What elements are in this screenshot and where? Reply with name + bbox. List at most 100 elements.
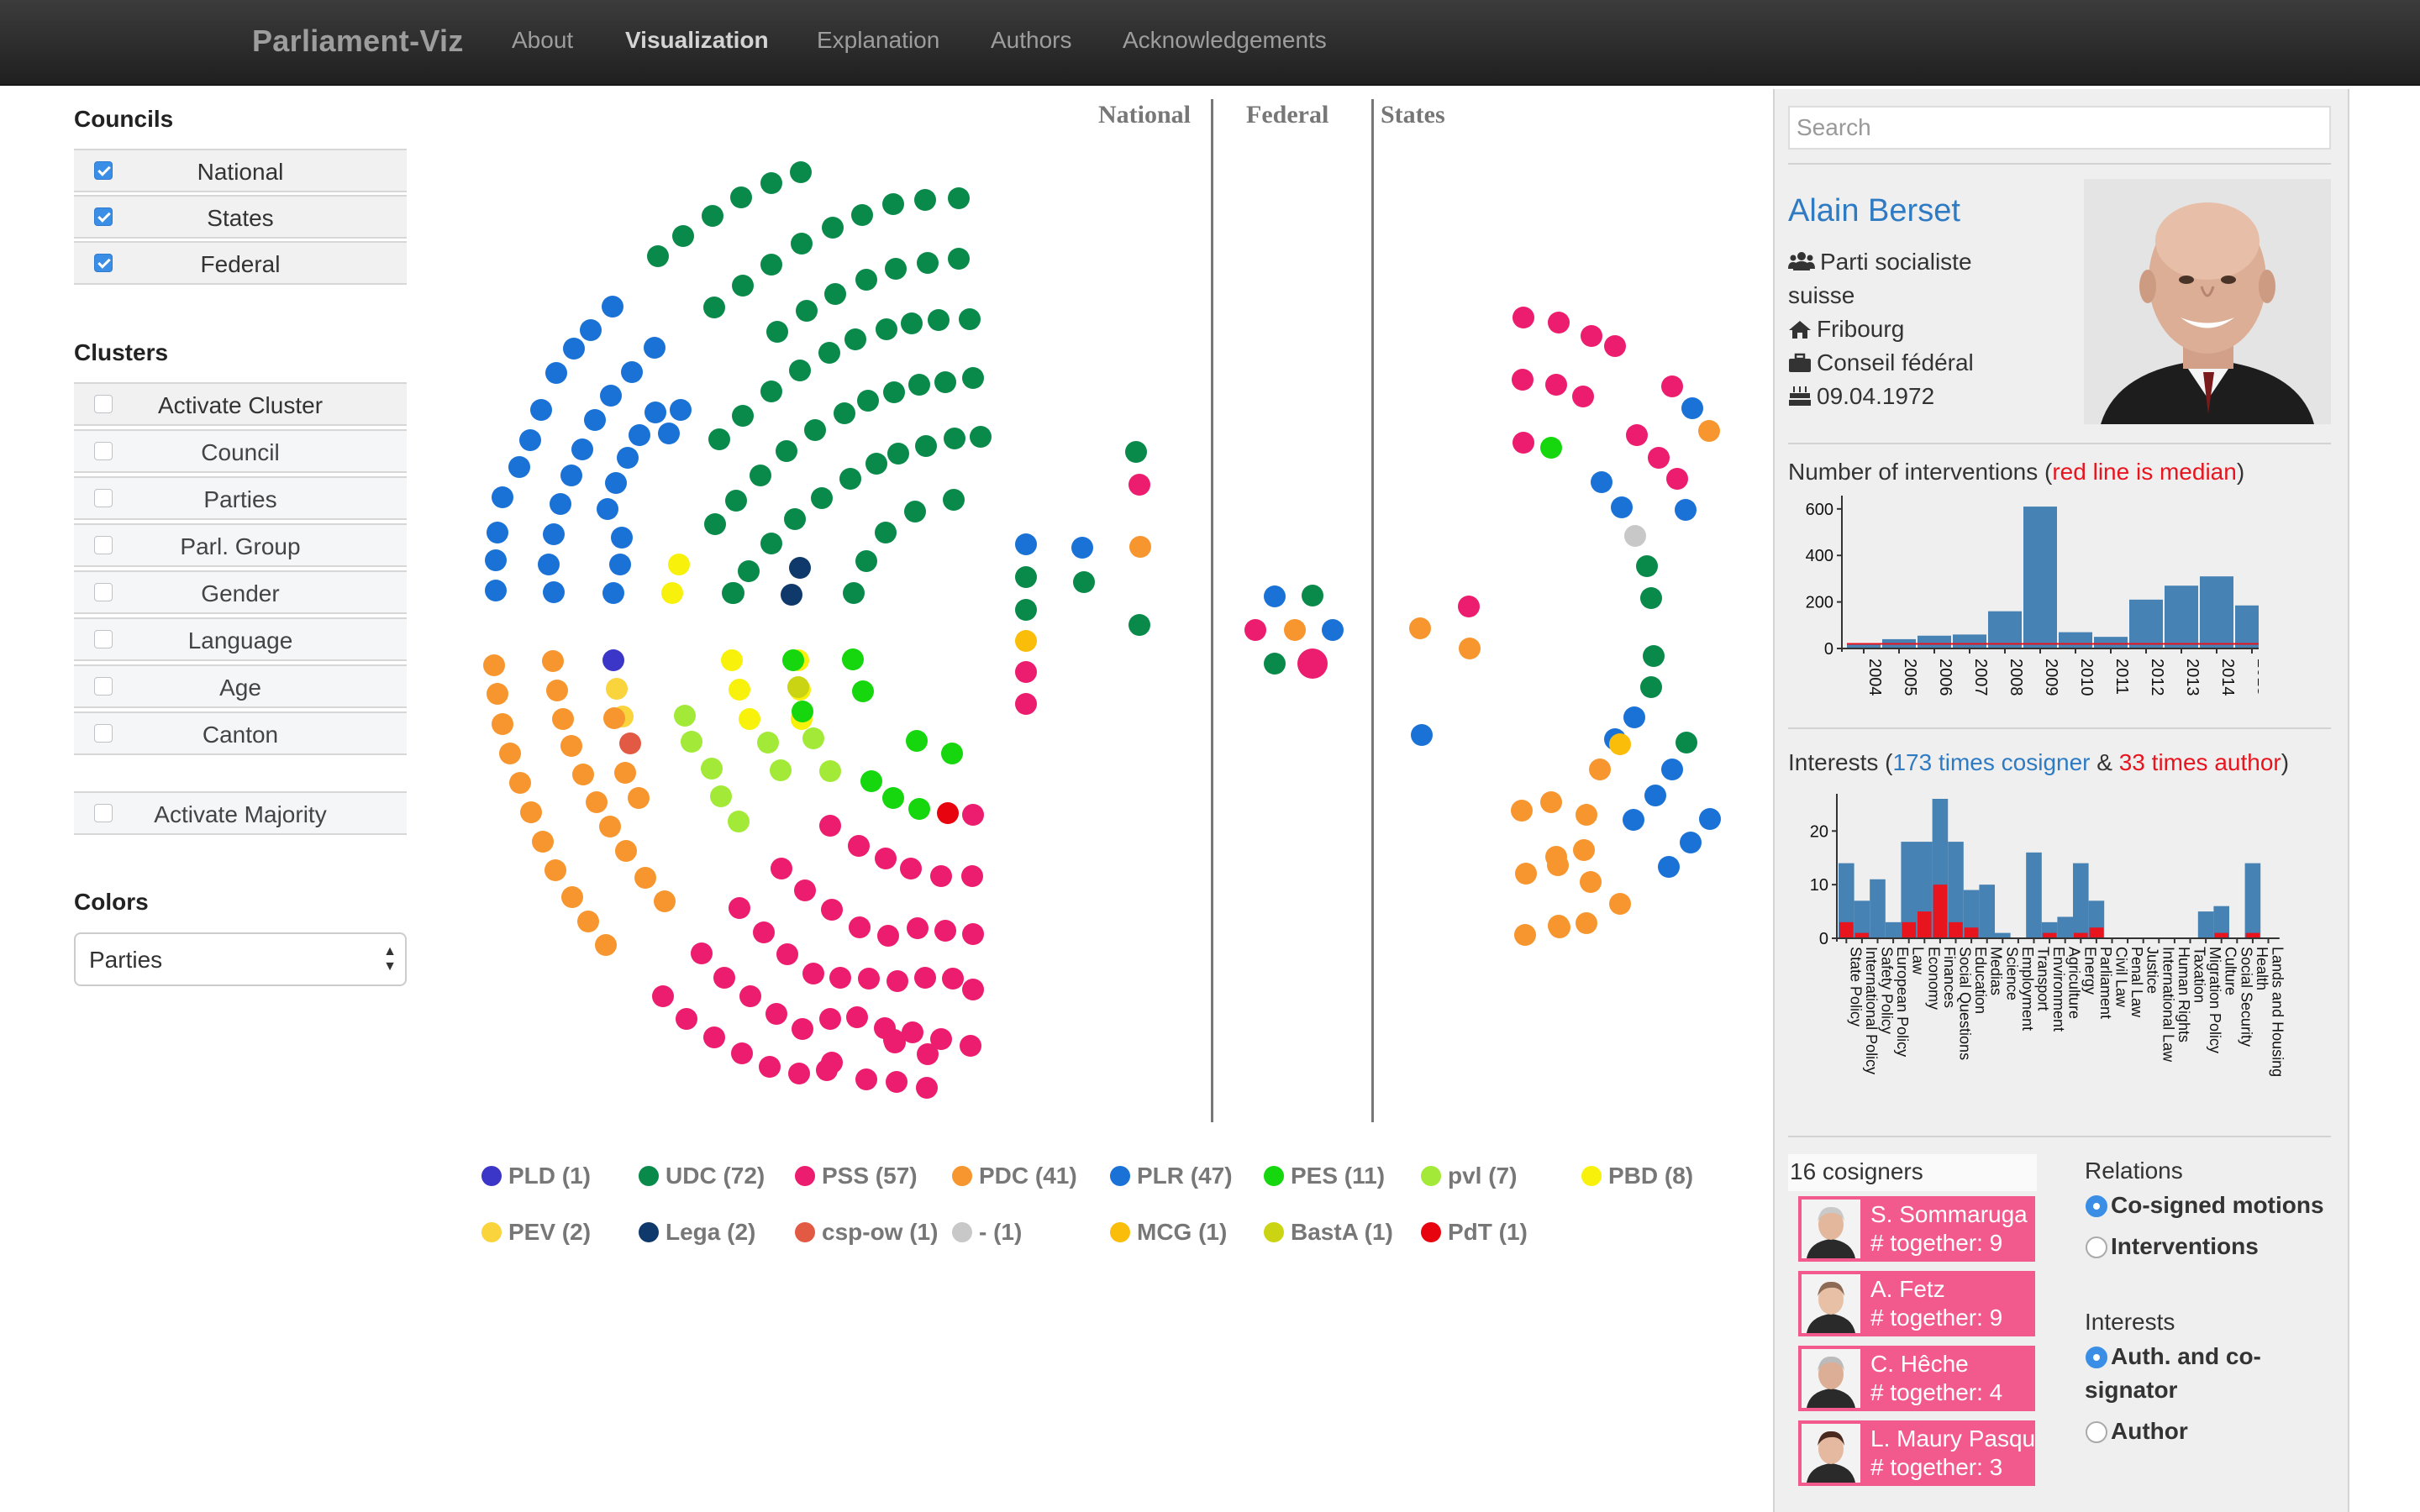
seat-pss[interactable] <box>713 967 735 989</box>
seat-plr[interactable] <box>609 554 631 575</box>
seat-pdc[interactable] <box>1549 916 1570 938</box>
seat-pss[interactable] <box>739 985 761 1007</box>
radio-author-label[interactable]: Author <box>2111 1415 2188 1448</box>
seat-udc[interactable] <box>1302 585 1323 606</box>
seat-pss[interactable] <box>676 1008 697 1030</box>
radio-auth-cosignator[interactable] <box>2086 1347 2107 1368</box>
legend-item-lega[interactable]: Lega (2) <box>639 1219 755 1246</box>
bar-author[interactable] <box>1839 921 1854 938</box>
seat-plr[interactable] <box>530 399 552 421</box>
seat-pss[interactable] <box>1572 386 1594 407</box>
seat-pss[interactable] <box>819 815 841 837</box>
nav-about[interactable]: About <box>512 27 573 54</box>
seat-pss[interactable] <box>849 916 871 938</box>
legend-item-pbd[interactable]: PBD (8) <box>1581 1163 1693 1189</box>
seat-pss[interactable] <box>1648 447 1670 469</box>
seat-plr[interactable] <box>1322 619 1344 641</box>
seat-pvl[interactable] <box>710 785 732 807</box>
seat-lega[interactable] <box>781 584 802 606</box>
seat-udc[interactable] <box>760 533 782 554</box>
seat-pdc[interactable] <box>614 762 636 784</box>
seat-csp-ow[interactable] <box>619 732 641 754</box>
seat-udc[interactable] <box>901 312 923 334</box>
seat-udc[interactable] <box>1640 587 1662 609</box>
seat-pss[interactable] <box>942 968 964 990</box>
seat-udc[interactable] <box>1015 599 1037 621</box>
seat-pvl[interactable] <box>757 732 779 753</box>
seat-pss[interactable] <box>829 967 851 989</box>
seat-pss[interactable] <box>907 917 929 939</box>
legend-item-pdc[interactable]: PDC (41) <box>952 1163 1077 1189</box>
seat-pdc[interactable] <box>634 867 656 889</box>
seat-pss[interactable] <box>703 1026 725 1048</box>
seat-udc[interactable] <box>647 245 669 267</box>
seat-plr[interactable] <box>550 493 571 515</box>
seat-mcg[interactable] <box>1015 630 1037 652</box>
seat-udc[interactable] <box>943 489 965 511</box>
seat-udc[interactable] <box>789 360 811 381</box>
seat-plr[interactable] <box>602 582 624 604</box>
seat-pdc[interactable] <box>487 683 508 705</box>
seat-udc[interactable] <box>844 328 866 350</box>
bar-2013[interactable] <box>2165 585 2198 648</box>
seat-plr[interactable] <box>1264 585 1286 607</box>
seat-plr[interactable] <box>1681 397 1703 419</box>
seat-udc[interactable] <box>1636 555 1658 577</box>
seat-udc[interactable] <box>883 381 905 403</box>
seat-pss[interactable] <box>855 1068 877 1090</box>
legend-item-pvl[interactable]: pvl (7) <box>1421 1163 1517 1189</box>
seat-pdc[interactable] <box>520 801 542 823</box>
radio-cosigned-motions-label[interactable]: Co-signed motions <box>2111 1189 2324 1222</box>
seat-pss[interactable] <box>961 865 983 887</box>
seat-pes[interactable] <box>782 649 804 671</box>
seat-pdc[interactable] <box>560 735 582 757</box>
seat-udc[interactable] <box>766 321 788 343</box>
seat-udc[interactable] <box>703 297 725 318</box>
seat-pss[interactable] <box>1015 661 1037 683</box>
bar-cosigner[interactable] <box>1885 921 1902 938</box>
cluster-option-age[interactable]: Age <box>74 664 407 708</box>
seat-pss[interactable] <box>794 879 816 901</box>
seat-pdc[interactable] <box>1547 854 1569 876</box>
seat-pes[interactable] <box>842 648 864 670</box>
seat-pbd[interactable] <box>668 554 690 575</box>
seat-plr[interactable] <box>560 465 582 486</box>
seat-plr[interactable] <box>1661 759 1683 780</box>
seat-plr[interactable] <box>1411 724 1433 746</box>
seat-plr[interactable] <box>538 554 560 575</box>
cosigner-card[interactable]: S. Sommaruga # together: 9 <box>1798 1196 2035 1262</box>
seat-plr[interactable] <box>1623 706 1645 728</box>
seat-udc[interactable] <box>875 522 897 543</box>
legend-item-basta[interactable]: BastA (1) <box>1264 1219 1393 1246</box>
legend-item-none[interactable]: - (1) <box>952 1219 1022 1246</box>
seat-pss[interactable] <box>765 1003 787 1025</box>
seat-plr[interactable] <box>1071 537 1093 559</box>
seat-pdc[interactable] <box>595 934 617 956</box>
seat-udc[interactable] <box>948 248 970 270</box>
legend-item-pev[interactable]: PEV (2) <box>481 1219 591 1246</box>
seat-udc[interactable] <box>851 204 873 226</box>
seat-pvl[interactable] <box>728 811 750 832</box>
seat-udc[interactable] <box>970 426 992 448</box>
bar-2006[interactable] <box>1918 635 1951 648</box>
seat-udc[interactable] <box>917 252 939 274</box>
seat-pes[interactable] <box>906 730 928 752</box>
seat-pss[interactable] <box>962 979 984 1000</box>
seat-plr[interactable] <box>644 402 666 423</box>
brand-logo[interactable]: Parliament-Viz <box>252 24 464 59</box>
seat-pdc[interactable] <box>586 791 608 813</box>
nav-explanation[interactable]: Explanation <box>817 27 939 54</box>
seat-udc[interactable] <box>914 189 936 211</box>
seat-udc[interactable] <box>959 308 981 330</box>
bar-author[interactable] <box>1902 921 1916 938</box>
seat-udc[interactable] <box>834 402 855 424</box>
bar-2011[interactable] <box>2094 637 2128 648</box>
seat-pdc[interactable] <box>544 859 566 881</box>
search-box[interactable] <box>1788 106 2331 150</box>
bar-cosigner[interactable] <box>1870 879 1886 938</box>
seat-udc[interactable] <box>760 172 782 194</box>
seat-plr[interactable] <box>508 456 530 478</box>
seat-udc[interactable] <box>818 342 840 364</box>
cluster-option-parl-group[interactable]: Parl. Group <box>74 523 407 567</box>
seat-udc[interactable] <box>843 582 865 604</box>
